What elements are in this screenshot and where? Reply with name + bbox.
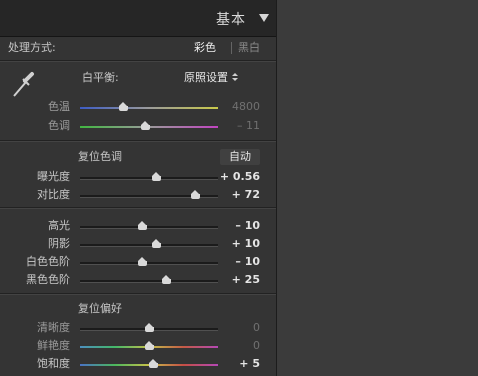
slider-thumb[interactable] bbox=[138, 257, 148, 266]
slider-thumb[interactable] bbox=[118, 102, 128, 111]
slider-value[interactable]: – 10 bbox=[210, 219, 260, 233]
select-arrows-icon bbox=[232, 73, 238, 81]
basic-panel: 基本 处理方式: 彩色 黑白 白平衡: 原照设置 色温 4800 色调 – 11 复位… bbox=[0, 0, 277, 376]
slider-track[interactable] bbox=[80, 177, 218, 180]
slider-value[interactable]: + 72 bbox=[210, 188, 260, 202]
divider bbox=[0, 61, 276, 62]
white-balance-preset-select[interactable]: 原照设置 bbox=[184, 71, 228, 85]
slider-thumb[interactable] bbox=[151, 172, 161, 181]
slider-label: 清晰度 bbox=[37, 321, 70, 334]
white-balance-label: 白平衡: bbox=[82, 71, 119, 84]
slider-thumb[interactable] bbox=[145, 323, 154, 332]
slider-thumb[interactable] bbox=[138, 221, 148, 230]
slider-label: 曝光度 bbox=[37, 170, 70, 183]
slider-label: 色温 bbox=[48, 100, 70, 113]
slider-value[interactable]: 0 bbox=[210, 339, 260, 353]
treatment-label: 处理方式: bbox=[8, 41, 56, 54]
collapse-triangle-icon[interactable] bbox=[259, 14, 269, 22]
slider-label: 鲜艳度 bbox=[37, 339, 70, 352]
slider-value[interactable]: – 10 bbox=[210, 255, 260, 269]
slider-track[interactable] bbox=[80, 107, 218, 109]
slider-value[interactable]: 4800 bbox=[210, 100, 260, 114]
empty-workspace bbox=[277, 0, 478, 376]
slider-thumb[interactable] bbox=[151, 239, 161, 248]
slider-label: 白色色阶 bbox=[26, 255, 70, 268]
slider-label: 对比度 bbox=[37, 188, 70, 201]
treatment-color-option[interactable]: 彩色 bbox=[194, 41, 216, 55]
auto-tone-button[interactable]: 自动 bbox=[220, 149, 260, 165]
reset-presence-label[interactable]: 复位偏好 bbox=[78, 302, 122, 316]
slider-thumb[interactable] bbox=[190, 190, 200, 199]
slider-track[interactable] bbox=[80, 262, 218, 265]
slider-thumb[interactable] bbox=[149, 359, 159, 368]
slider-value[interactable]: + 10 bbox=[210, 237, 260, 251]
panel-header[interactable]: 基本 bbox=[0, 0, 276, 37]
slider-label: 饱和度 bbox=[37, 357, 70, 370]
divider bbox=[0, 294, 276, 295]
slider-track[interactable] bbox=[80, 244, 218, 247]
slider-value[interactable]: – 11 bbox=[210, 119, 260, 133]
panel-title: 基本 bbox=[216, 12, 246, 28]
slider-label: 色调 bbox=[48, 119, 70, 132]
slider-label: 高光 bbox=[48, 219, 70, 232]
slider-thumb[interactable] bbox=[145, 341, 154, 350]
reset-tone-label[interactable]: 复位色调 bbox=[78, 150, 122, 164]
slider-value[interactable]: + 25 bbox=[210, 273, 260, 287]
treatment-divider bbox=[231, 42, 232, 54]
slider-value[interactable]: + 5 bbox=[210, 357, 260, 371]
slider-value[interactable]: + 0.56 bbox=[210, 170, 260, 184]
treatment-bw-option[interactable]: 黑白 bbox=[238, 41, 260, 55]
slider-label: 阴影 bbox=[48, 237, 70, 250]
slider-thumb[interactable] bbox=[140, 121, 150, 130]
divider bbox=[0, 208, 276, 209]
slider-track[interactable] bbox=[80, 280, 218, 283]
slider-value[interactable]: 0 bbox=[210, 321, 260, 335]
slider-thumb[interactable] bbox=[161, 275, 171, 284]
slider-track[interactable] bbox=[80, 226, 218, 229]
white-balance-eyedropper-icon[interactable] bbox=[8, 70, 38, 100]
slider-label: 黑色色阶 bbox=[26, 273, 70, 286]
divider bbox=[0, 141, 276, 142]
